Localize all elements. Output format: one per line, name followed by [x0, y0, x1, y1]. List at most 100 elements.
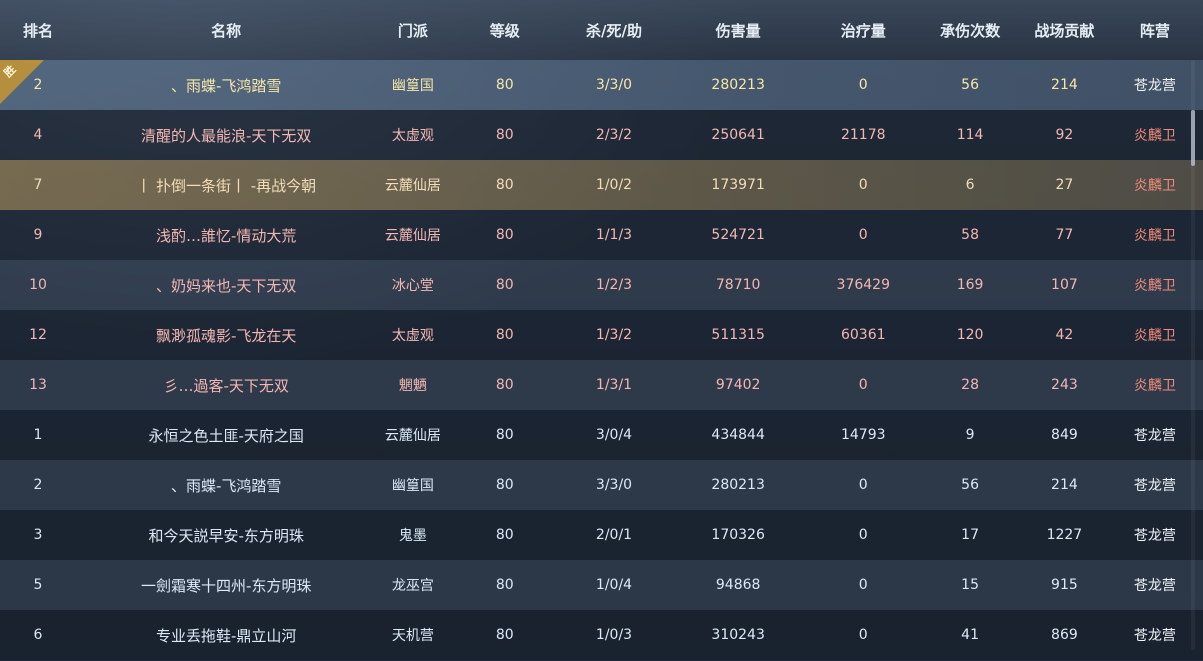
- contribution-cell: 243: [1051, 377, 1078, 393]
- heal-cell: 60361: [840, 327, 886, 343]
- hits-taken-cell: 9: [965, 427, 975, 443]
- player-name: 和今天説早安-东方明珠: [148, 526, 304, 545]
- header-faction[interactable]: 阵营: [1107, 20, 1203, 41]
- contribution-cell: 27: [1055, 177, 1074, 193]
- header-school[interactable]: 门派: [376, 20, 449, 41]
- heal-cell: 0: [858, 227, 868, 243]
- table-row[interactable]: 1 永恒之色土匪-天府之国 云麓仙居 80 3/0/4 434844 14793 9 849 苍龙…: [0, 410, 1203, 460]
- damage-cell: 78710: [715, 277, 761, 293]
- faction-cell: 炎麟卫: [1133, 328, 1176, 344]
- kda-cell: 3/3/0: [595, 77, 633, 93]
- level-cell: 80: [495, 427, 514, 443]
- level-cell: 80: [495, 527, 514, 543]
- contribution-cell: 869: [1051, 627, 1078, 643]
- contribution-cell: 849: [1051, 427, 1078, 443]
- rank-cell: 13: [29, 377, 47, 393]
- damage-cell: 250641: [711, 127, 765, 143]
- rank-cell: 2: [33, 477, 43, 493]
- player-name: 永恒之色土匪-天府之国: [148, 426, 304, 445]
- table-row[interactable]: 10 、奶妈来也-天下无双 冰心堂 80 1/2/3 78710 376429 169 107 炎…: [0, 260, 1203, 310]
- heal-cell: 0: [858, 77, 868, 93]
- contribution-cell: 214: [1051, 77, 1078, 93]
- heal-cell: 21178: [840, 127, 886, 143]
- player-name: 一劍霜寒十四州-东方明珠: [140, 576, 312, 595]
- table-row[interactable]: 4 清醒的人最能浪-天下无双 太虚观 80 2/3/2 250641 21178 114 92 炎…: [0, 110, 1203, 160]
- table-row[interactable]: 7 丨 扑倒一条街丨 -再战今朝 云麓仙居 80 1/0/2 173971 0 6 27 炎麟卫: [0, 160, 1203, 210]
- kda-cell: 1/1/3: [595, 227, 633, 243]
- table-row[interactable]: 3 和今天説早安-东方明珠 鬼墨 80 2/0/1 170326 0 17 1227 苍龙营: [0, 510, 1203, 560]
- hits-taken-cell: 56: [961, 77, 979, 93]
- header-contribution[interactable]: 战场贡献: [1022, 20, 1107, 41]
- scrollbar-thumb[interactable]: [1191, 110, 1195, 166]
- player-name: 、雨蝶-飞鸿踏雪: [170, 76, 282, 95]
- level-cell: 80: [495, 177, 514, 193]
- faction-cell: 炎麟卫: [1133, 178, 1176, 194]
- school-cell: 龙巫宫: [391, 578, 434, 594]
- school-cell: 云麓仙居: [384, 428, 441, 444]
- school-cell: 冰心堂: [391, 278, 434, 294]
- level-cell: 80: [495, 627, 514, 643]
- school-cell: 幽篁国: [391, 78, 434, 94]
- rank-cell: 7: [33, 177, 43, 193]
- scoreboard-rows: 胜 2 、雨蝶-飞鸿踏雪 幽篁国 80 3/3/0 280213 0 56 214 苍龙营 4 清醒的人…: [0, 60, 1203, 660]
- kda-cell: 3/3/0: [595, 477, 633, 493]
- rank-cell: 4: [33, 127, 43, 143]
- faction-cell: 苍龙营: [1133, 78, 1176, 94]
- header-kda[interactable]: 杀/死/助: [560, 20, 668, 41]
- heal-cell: 0: [858, 577, 868, 593]
- hits-taken-cell: 58: [961, 227, 979, 243]
- damage-cell: 310243: [711, 627, 765, 643]
- contribution-cell: 214: [1051, 477, 1078, 493]
- header-damage[interactable]: 伤害量: [668, 20, 809, 41]
- faction-cell: 苍龙营: [1133, 428, 1176, 444]
- faction-cell: 苍龙营: [1133, 628, 1176, 644]
- heal-cell: 14793: [840, 427, 886, 443]
- level-cell: 80: [495, 327, 514, 343]
- hits-taken-cell: 41: [961, 627, 979, 643]
- player-name: 飘渺孤魂影-飞龙在天: [155, 326, 297, 345]
- hits-taken-cell: 6: [965, 177, 975, 193]
- player-name: 专业丢拖鞋-鼎立山河: [155, 626, 297, 645]
- heal-cell: 0: [858, 477, 868, 493]
- table-row[interactable]: 9 浅酌…誰忆-情动大荒 云麓仙居 80 1/1/3 524721 0 58 77 炎麟卫: [0, 210, 1203, 260]
- table-row[interactable]: 2 、雨蝶-飞鸿踏雪 幽篁国 80 3/3/0 280213 0 56 214 苍龙营: [0, 460, 1203, 510]
- level-cell: 80: [495, 477, 514, 493]
- table-row[interactable]: 6 专业丢拖鞋-鼎立山河 天机营 80 1/0/3 310243 0 41 869 苍龙营: [0, 610, 1203, 660]
- faction-cell: 炎麟卫: [1133, 378, 1176, 394]
- heal-cell: 0: [858, 627, 868, 643]
- header-name[interactable]: 名称: [76, 20, 376, 41]
- faction-cell: 炎麟卫: [1133, 128, 1176, 144]
- battle-scoreboard: 排名 名称 门派 等级 杀/死/助 伤害量 治疗量 承伤次数 战场贡献 阵营 胜…: [0, 0, 1203, 661]
- table-row[interactable]: 5 一劍霜寒十四州-东方明珠 龙巫宫 80 1/0/4 94868 0 15 915 苍龙营: [0, 560, 1203, 610]
- table-row[interactable]: 胜 2 、雨蝶-飞鸿踏雪 幽篁国 80 3/3/0 280213 0 56 214 苍龙营: [0, 60, 1203, 110]
- damage-cell: 280213: [711, 77, 765, 93]
- contribution-cell: 107: [1051, 277, 1078, 293]
- header-rank[interactable]: 排名: [0, 20, 76, 41]
- header-level[interactable]: 等级: [449, 20, 560, 41]
- school-cell: 太虚观: [391, 328, 434, 344]
- faction-cell: 炎麟卫: [1133, 278, 1176, 294]
- table-row[interactable]: 13 彡…過客-天下无双 魍魉 80 1/3/1 97402 0 28 243 炎麟卫: [0, 360, 1203, 410]
- header-hits-taken[interactable]: 承伤次数: [918, 20, 1022, 41]
- kda-cell: 1/0/2: [595, 177, 633, 193]
- level-cell: 80: [495, 77, 514, 93]
- header-heal[interactable]: 治疗量: [808, 20, 918, 41]
- hits-taken-cell: 169: [956, 277, 984, 293]
- player-name: 浅酌…誰忆-情动大荒: [155, 226, 297, 245]
- rank-cell: 1: [33, 427, 43, 443]
- kda-cell: 3/0/4: [595, 427, 633, 443]
- hits-taken-cell: 15: [961, 577, 979, 593]
- rank-cell: 12: [29, 327, 47, 343]
- damage-cell: 280213: [711, 477, 765, 493]
- school-cell: 云麓仙居: [384, 178, 441, 194]
- kda-cell: 1/3/2: [595, 327, 633, 343]
- rank-cell: 3: [33, 527, 43, 543]
- heal-cell: 0: [858, 527, 868, 543]
- table-row[interactable]: 12 飘渺孤魂影-飞龙在天 太虚观 80 1/3/2 511315 60361 120 42 炎麟…: [0, 310, 1203, 360]
- kda-cell: 1/2/3: [595, 277, 633, 293]
- hits-taken-cell: 56: [961, 477, 979, 493]
- hits-taken-cell: 28: [961, 377, 979, 393]
- rank-cell: 6: [33, 627, 43, 643]
- damage-cell: 434844: [711, 427, 765, 443]
- kda-cell: 2/0/1: [595, 527, 633, 543]
